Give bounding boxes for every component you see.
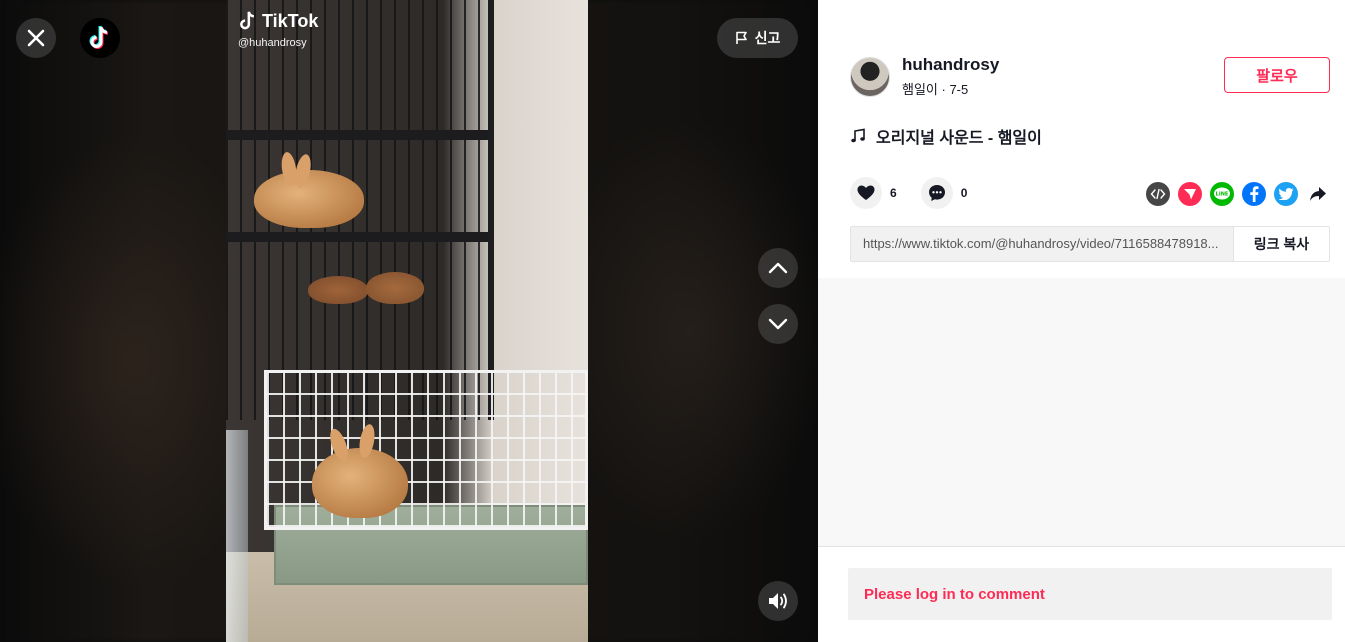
chevron-up-icon [768, 262, 788, 274]
tiktok-logo-icon [89, 25, 109, 49]
heart-icon [857, 185, 875, 200]
lower-cage [264, 370, 588, 530]
video-watermark: TikTok @huhandrosy [238, 10, 319, 50]
login-to-comment-bar[interactable]: Please log in to comment [848, 568, 1332, 620]
watermark-username: @huhandrosy [238, 37, 307, 49]
tiktok-logo-button[interactable] [80, 18, 120, 58]
follow-button[interactable]: 팔로우 [1224, 57, 1330, 93]
next-video-button[interactable] [758, 304, 798, 344]
svg-text:LINE: LINE [1216, 192, 1229, 198]
like-count: 6 [890, 186, 897, 200]
author-username[interactable]: huhandrosy [902, 55, 999, 75]
comment-button[interactable] [920, 177, 953, 209]
close-icon [27, 29, 45, 47]
copy-link-button[interactable]: 링크 복사 [1233, 227, 1329, 261]
divider [818, 546, 1345, 547]
music-info[interactable]: 오리지널 사운드 - 햄일이 [850, 124, 1042, 148]
video-detail-page: TikTok @huhandrosy 신고 huhandrosy 햄일이 · 7… [0, 0, 1345, 642]
avatar[interactable] [850, 56, 890, 97]
watermark-brand: TikTok [262, 10, 319, 31]
report-label: 신고 [754, 30, 781, 46]
chevron-down-icon [768, 318, 788, 330]
comments-list-area [818, 278, 1345, 546]
share-arrow-icon[interactable] [1306, 182, 1330, 206]
speaker-icon [769, 593, 787, 609]
video-player-area: TikTok @huhandrosy 신고 [0, 0, 818, 642]
tiktok-note-icon [240, 11, 255, 30]
author-info[interactable]: huhandrosy 햄일이 · 7-5 [850, 55, 999, 98]
author-nickname: 햄일이 [902, 82, 938, 97]
embed-icon[interactable] [1146, 182, 1170, 206]
report-button[interactable]: 신고 [717, 18, 798, 58]
video-link-field[interactable]: https://www.tiktok.com/@huhandrosy/video… [851, 227, 1233, 261]
author-meta: 햄일이 · 7-5 [902, 82, 969, 97]
comment-bubble-icon [928, 185, 945, 201]
engagement-actions: 6 0 [850, 177, 991, 209]
share-options: LINE [1146, 182, 1330, 206]
close-button[interactable] [16, 18, 56, 58]
post-date: 7-5 [949, 82, 969, 97]
twitter-icon[interactable] [1274, 182, 1298, 206]
comment-count: 0 [960, 186, 968, 200]
line-icon[interactable]: LINE [1210, 182, 1234, 206]
music-note-icon [851, 128, 865, 143]
music-title[interactable]: 오리지널 사운드 - 햄일이 [876, 124, 1042, 148]
video-frame[interactable] [226, 0, 588, 642]
send-icon[interactable] [1178, 182, 1202, 206]
facebook-icon[interactable] [1242, 182, 1266, 206]
login-prompt-text[interactable]: Please log in to comment [864, 586, 1045, 603]
rabbit-lower [312, 448, 408, 518]
like-button[interactable] [850, 177, 882, 209]
previous-video-button[interactable] [758, 248, 798, 288]
water-bottle [226, 430, 248, 642]
rabbit-upper [254, 170, 364, 228]
video-info-panel: huhandrosy 햄일이 · 7-5 팔로우 오리지널 사운드 - 햄일이 … [818, 0, 1345, 642]
flag-icon [735, 31, 747, 44]
share-link-box: https://www.tiktok.com/@huhandrosy/video… [850, 226, 1330, 262]
volume-button[interactable] [758, 581, 798, 621]
